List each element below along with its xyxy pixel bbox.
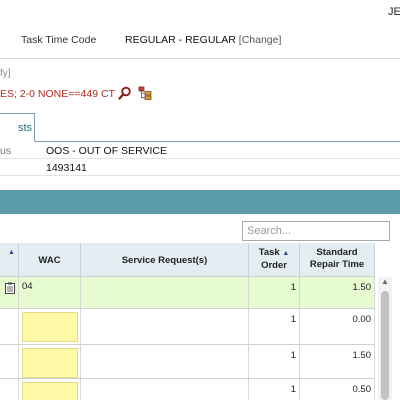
service-request-cell[interactable] — [81, 309, 249, 344]
info-row-status: us OOS - OUT OF SERVICE — [0, 142, 400, 159]
task-order-cell: 1 — [249, 309, 300, 344]
column-header-first[interactable]: ▲ — [0, 243, 19, 277]
task-order-cell: 1 — [249, 379, 300, 400]
column-header-service-request[interactable]: Service Request(s) — [81, 243, 249, 277]
standard-repair-time-cell: 1.50 — [300, 277, 375, 308]
table-row[interactable]: 1 0.50 — [0, 379, 375, 400]
search-icon[interactable] — [118, 86, 132, 100]
sort-asc-icon: ▲ — [282, 250, 290, 257]
modify-link[interactable]: fy] — [0, 68, 11, 79]
tree-icon[interactable] — [138, 86, 152, 100]
tasks-grid: ▲ WAC Service Request(s) Task ▲ Order St… — [0, 243, 375, 400]
table-row[interactable]: 1 1.50 — [0, 345, 375, 379]
info-row-number: 1493141 — [0, 159, 400, 176]
info-label: us — [0, 145, 12, 157]
task-time-code-text: REGULAR - REGULAR — [125, 34, 236, 46]
search-input[interactable] — [242, 221, 390, 241]
sort-asc-icon: ▲ — [8, 249, 15, 256]
user-initials[interactable]: JE — [388, 6, 400, 18]
srt-header-line1: Standard — [316, 247, 358, 258]
tab-strip: sts — [0, 113, 400, 142]
service-request-cell[interactable] — [81, 277, 249, 308]
wac-input-box[interactable] — [22, 348, 78, 378]
table-row[interactable]: 1 0.00 — [0, 309, 375, 345]
column-header-wac[interactable]: WAC — [19, 243, 81, 277]
service-request-cell[interactable] — [81, 345, 249, 378]
row-icon-cell — [0, 277, 19, 308]
top-bar: JE — [0, 0, 400, 28]
scroll-up-arrow-icon[interactable]: ▲ — [378, 277, 392, 289]
task-order-cell: 1 — [249, 345, 300, 378]
scrollbar-thumb[interactable] — [381, 291, 389, 400]
column-header-standard-repair-time[interactable]: Standard Repair Time — [300, 243, 375, 277]
info-value: OOS - OUT OF SERVICE — [46, 145, 167, 157]
task-order-header-line2: Order — [261, 260, 287, 271]
wac-input-box[interactable] — [22, 382, 78, 400]
codes-text: ES; 2-0 NONE==449 CT — [0, 88, 115, 100]
task-order-cell: 1 — [249, 277, 300, 308]
standard-repair-time-cell: 0.00 — [300, 309, 375, 344]
column-header-task-order[interactable]: Task ▲ Order — [249, 243, 300, 277]
task-time-code-label: Task Time Code — [21, 34, 97, 46]
info-value: 1493141 — [46, 162, 87, 174]
task-time-code-row: Task Time Code REGULAR - REGULAR [Change… — [0, 28, 400, 54]
wac-cell[interactable] — [19, 309, 81, 344]
task-time-code-value: REGULAR - REGULAR [Change] — [125, 34, 281, 46]
row-icon-cell — [0, 309, 19, 344]
clipboard-icon[interactable] — [5, 282, 15, 294]
wac-value: 04 — [22, 281, 33, 292]
row-icon-cell — [0, 345, 19, 378]
srt-header-line2: Repair Time — [309, 259, 365, 270]
service-request-cell[interactable] — [81, 379, 249, 400]
section-header-bar — [0, 190, 400, 214]
standard-repair-time-cell: 0.50 — [300, 379, 375, 400]
row-icon-cell — [0, 379, 19, 400]
task-order-header-line1: Task — [258, 247, 280, 258]
tab-active[interactable]: sts — [0, 113, 35, 142]
change-link[interactable]: [Change] — [239, 34, 282, 46]
table-row[interactable]: 04 1 1.50 — [0, 277, 375, 309]
grid-scrollbar[interactable]: ▲ — [378, 277, 392, 400]
wac-input-box[interactable] — [22, 312, 78, 342]
divider — [0, 58, 400, 59]
standard-repair-time-cell: 1.50 — [300, 345, 375, 378]
wac-cell[interactable] — [19, 379, 81, 400]
wac-cell[interactable] — [19, 345, 81, 378]
wac-cell[interactable]: 04 — [19, 277, 81, 308]
